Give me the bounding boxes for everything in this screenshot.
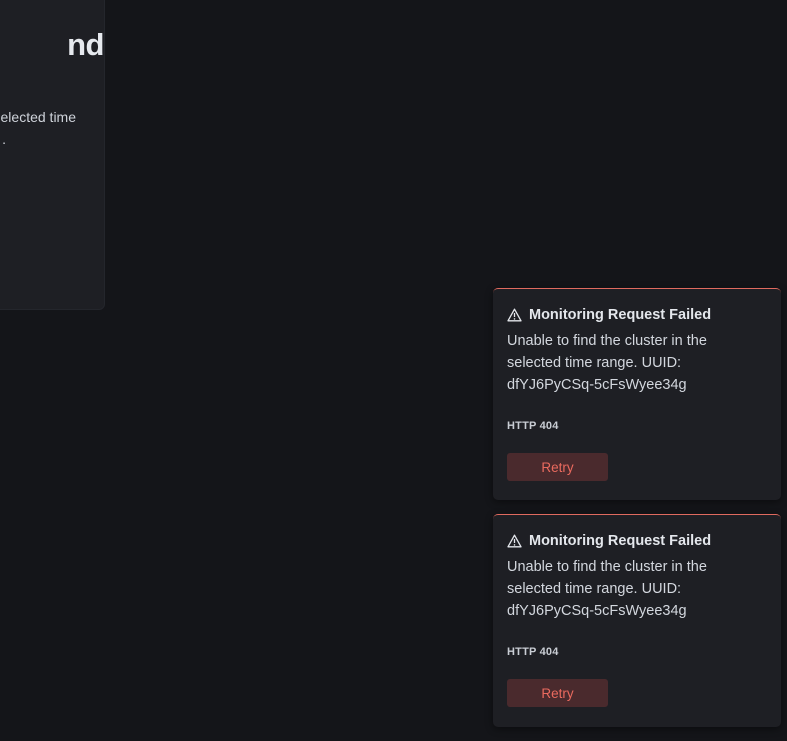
error-toast: Monitoring Request Failed Unable to find… xyxy=(493,514,781,727)
toast-message: Unable to find the cluster in the select… xyxy=(507,559,707,619)
warning-icon xyxy=(507,534,522,548)
toast-message: Unable to find the cluster in the select… xyxy=(507,333,707,393)
background-panel: nd elected time . xyxy=(0,0,105,310)
panel-title: nd xyxy=(67,27,104,62)
error-toast: Monitoring Request Failed Unable to find… xyxy=(493,288,781,500)
toast-title: Monitoring Request Failed xyxy=(529,307,712,323)
toast-status-code: HTTP 404 xyxy=(507,646,559,658)
panel-text-line-2: . xyxy=(2,131,6,147)
toast-header: Monitoring Request Failed xyxy=(507,530,767,552)
page: nd elected time . Monitoring Request Fai… xyxy=(0,0,787,741)
toast-header: Monitoring Request Failed xyxy=(507,304,767,326)
retry-button[interactable]: Retry xyxy=(507,679,608,707)
toast-status-code: HTTP 404 xyxy=(507,420,559,432)
panel-text-line-1: elected time xyxy=(0,109,76,125)
warning-icon xyxy=(507,308,522,322)
retry-button[interactable]: Retry xyxy=(507,453,608,481)
toast-title: Monitoring Request Failed xyxy=(529,533,712,549)
